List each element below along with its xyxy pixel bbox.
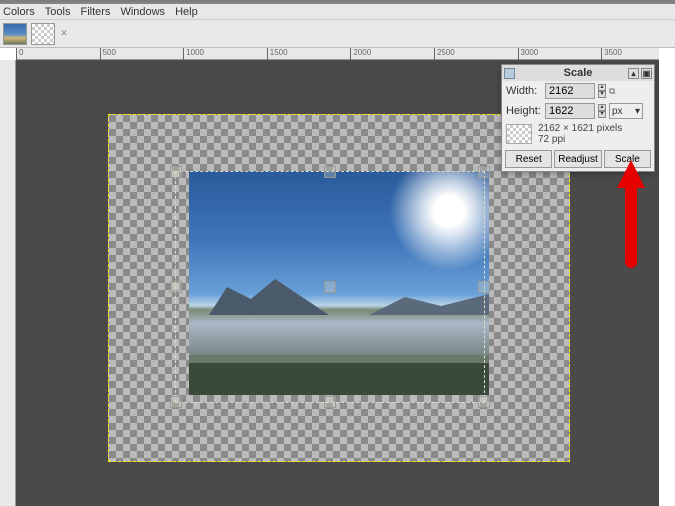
scale-button[interactable]: Scale — [604, 150, 651, 168]
scale-dialog: Scale ▴ ▣ Width: ▴▾ ⧉ Height: ▴▾ px▾ 216… — [501, 64, 655, 172]
handle-left[interactable] — [170, 281, 182, 293]
height-spinner[interactable]: ▴▾ — [598, 104, 606, 118]
layer-thumbnails: ✕ — [0, 20, 675, 48]
width-spinner[interactable]: ▴▾ — [598, 84, 606, 98]
collapse-icon[interactable]: ▴ — [628, 68, 639, 79]
chain-link-icon[interactable]: ⧉ — [609, 86, 619, 97]
menu-help[interactable]: Help — [175, 6, 198, 18]
handle-bottom[interactable] — [324, 396, 336, 408]
dialog-title-text: Scale — [564, 67, 593, 79]
menu-tools[interactable]: Tools — [45, 6, 71, 18]
ruler-vertical — [0, 60, 16, 506]
menu-filters[interactable]: Filters — [80, 6, 110, 18]
width-input[interactable] — [545, 83, 595, 99]
dialog-icon — [504, 68, 515, 79]
unit-select[interactable]: px▾ — [609, 103, 643, 119]
layer-thumb-image[interactable] — [3, 23, 27, 45]
menu-colors[interactable]: Colors — [3, 6, 35, 18]
preview-thumb — [506, 124, 532, 144]
ruler-horizontal: 0 500 1000 1500 2000 2500 3000 3500 — [16, 48, 659, 60]
height-label: Height: — [506, 105, 542, 117]
handle-top-left[interactable] — [170, 166, 182, 178]
menubar: Colors Tools Filters Windows Help — [0, 4, 675, 20]
preview-info: 2162 × 1621 pixels 72 ppi — [538, 123, 622, 145]
height-input[interactable] — [545, 103, 595, 119]
readjust-button[interactable]: Readjust — [554, 150, 601, 168]
handle-bottom-right[interactable] — [478, 396, 490, 408]
layer-thumb-transparent[interactable] — [31, 23, 55, 45]
menu-windows[interactable]: Windows — [120, 6, 165, 18]
image-content — [189, 171, 489, 395]
handle-bottom-left[interactable] — [170, 396, 182, 408]
reset-button[interactable]: Reset — [505, 150, 552, 168]
chevron-down-icon: ▾ — [635, 106, 640, 117]
width-label: Width: — [506, 85, 542, 97]
close-icon[interactable]: ✕ — [59, 29, 69, 39]
close-dialog-icon[interactable]: ▣ — [641, 68, 652, 79]
dialog-titlebar[interactable]: Scale ▴ ▣ — [502, 65, 654, 81]
